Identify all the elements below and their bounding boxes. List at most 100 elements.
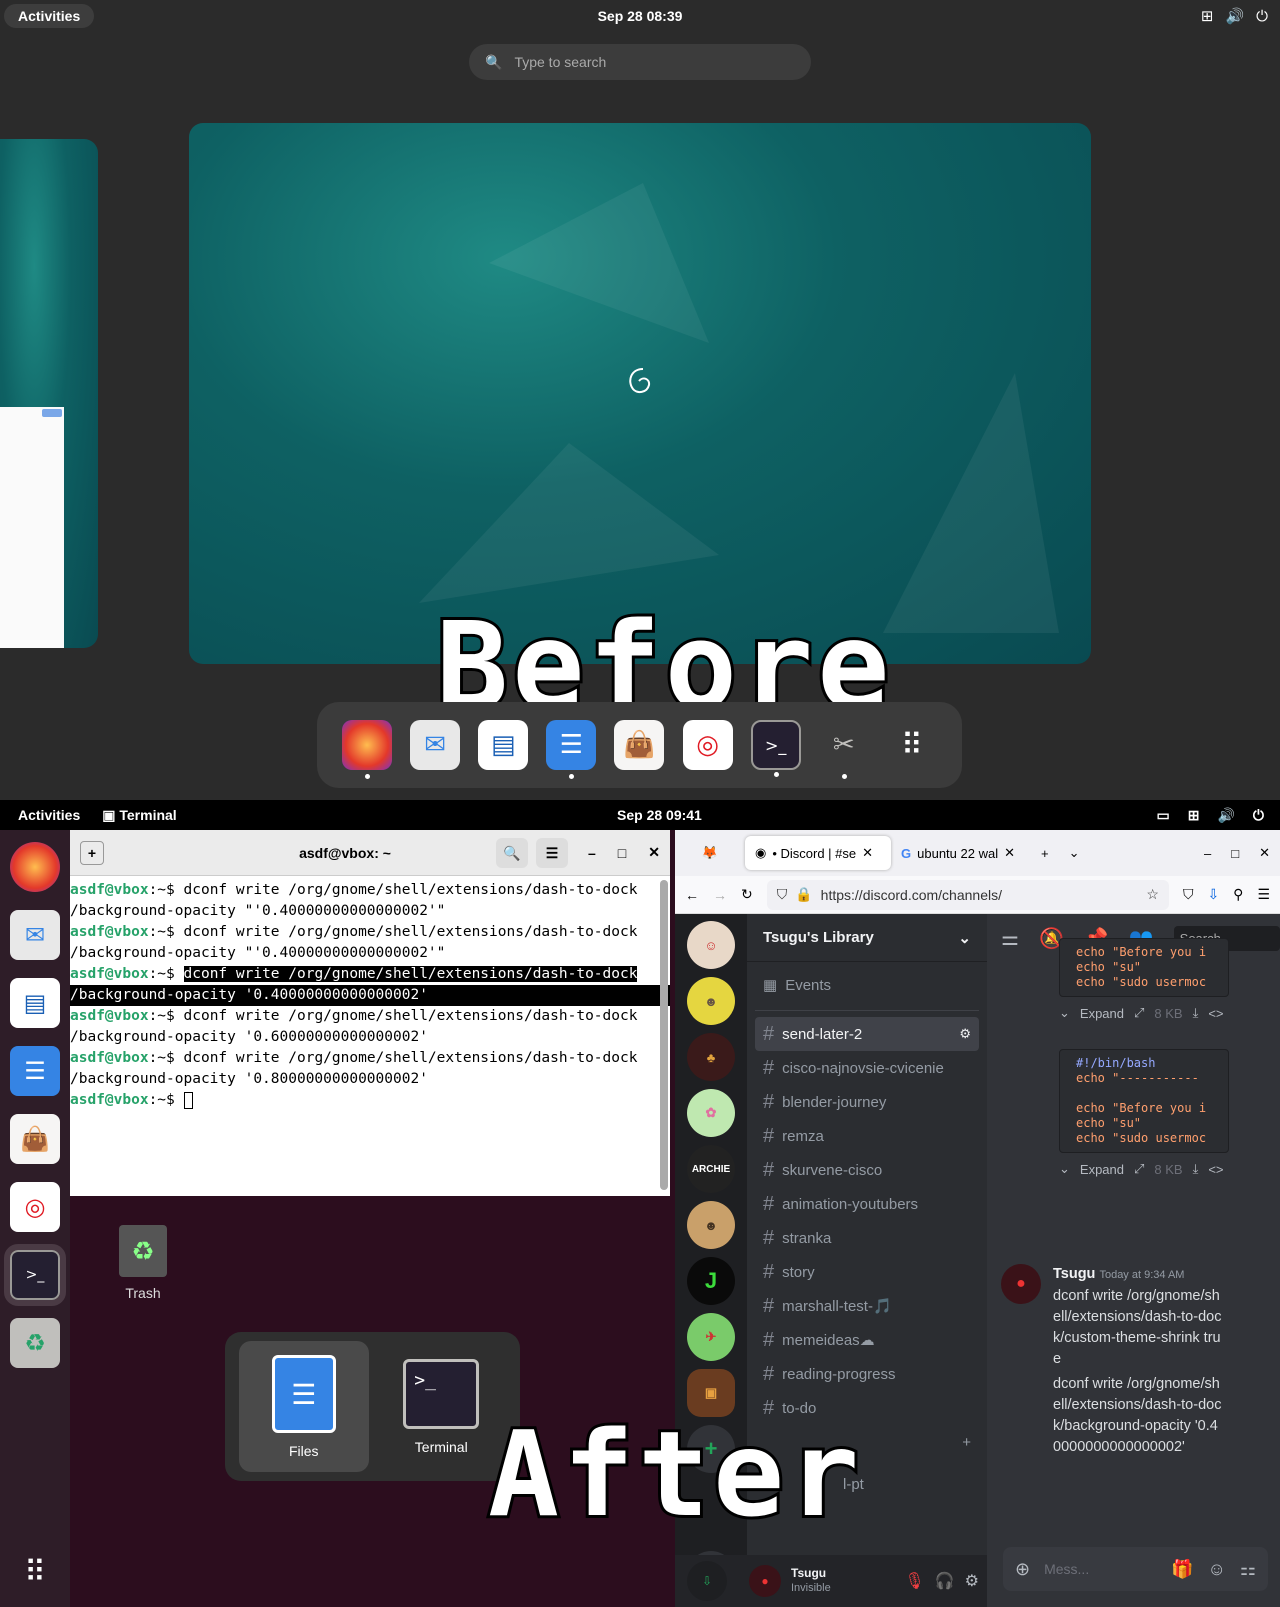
writer-icon[interactable]: ▤ [478, 720, 529, 770]
settings-gear-icon[interactable]: ⚙ [959, 1026, 971, 1042]
message-composer[interactable]: ⊕ Mess... 🎁 ☺ ⚏ [1003, 1547, 1268, 1591]
files-icon[interactable]: ☰ [546, 720, 597, 779]
avatar[interactable]: ● [1001, 1264, 1041, 1304]
message-input[interactable]: Mess... [1044, 1561, 1157, 1577]
window-thumbnail[interactable] [0, 407, 64, 648]
server-icon[interactable]: ☻ [687, 1201, 735, 1249]
reload-icon[interactable]: ↻ [741, 886, 753, 903]
files-icon[interactable]: ☰ [10, 1046, 60, 1096]
download-apps-icon[interactable]: ⇩ [687, 1561, 727, 1601]
terminal-output[interactable]: asdf@vbox:~$ dconf write /org/gnome/shel… [70, 876, 670, 1111]
server-icon[interactable]: ✈ [687, 1313, 735, 1361]
app-menu[interactable]: ▣ Terminal [102, 807, 176, 824]
expand-button[interactable]: Expand [1080, 1162, 1124, 1177]
menu-button[interactable]: ☰ [536, 837, 568, 868]
code-attachment-2[interactable]: #!/bin/bash echo "----------- echo "Befor… [1059, 1049, 1229, 1185]
help-icon[interactable]: ◎ [10, 1182, 60, 1232]
close-button[interactable]: ✕ [648, 844, 660, 861]
help-icon[interactable]: ◎ [682, 720, 733, 770]
tweaks-icon[interactable]: ✂ [819, 720, 869, 779]
code-view-icon[interactable]: <> [1208, 1006, 1223, 1021]
app-grid-icon[interactable]: ⠿ [10, 1547, 60, 1597]
terminal-icon[interactable]: >_ [750, 720, 801, 777]
channel-9[interactable]: # memeideas☁ [755, 1323, 979, 1357]
activities-button[interactable]: Activities [4, 4, 95, 28]
close-button[interactable]: ✕ [1249, 836, 1280, 870]
system-tray[interactable]: ⊞ 🔊 ⏻ [1201, 7, 1276, 25]
download-icon[interactable]: ⤓ [1193, 1005, 1199, 1021]
message-author[interactable]: Tsugu [1053, 1266, 1095, 1282]
apps-icon[interactable]: ⚏ [1240, 1559, 1256, 1580]
channel-0[interactable]: # send-later-2 ⚙ [755, 1017, 979, 1051]
firefox-icon[interactable] [342, 720, 393, 779]
forward-icon[interactable]: → [713, 887, 727, 903]
scrollbar[interactable] [660, 880, 668, 1190]
minimize-button[interactable]: – [1194, 836, 1221, 870]
tab-discord[interactable]: ◉ • Discord | #se ✕ [745, 836, 891, 870]
expand-icon[interactable]: ⤢ [1134, 1161, 1144, 1177]
code-view-icon[interactable]: <> [1208, 1162, 1223, 1177]
expand-icon[interactable]: ⤢ [1134, 1005, 1144, 1021]
app-grid-icon[interactable]: ⠿ [887, 720, 937, 770]
channel-4[interactable]: # skurvene-cisco [755, 1153, 979, 1187]
close-tab-icon[interactable]: ✕ [862, 845, 873, 861]
download-icon[interactable]: ⤓ [1193, 1161, 1199, 1177]
clock[interactable]: Sep 28 09:41 [617, 807, 702, 823]
server-icon[interactable]: ♣ [687, 1033, 735, 1081]
expand-button[interactable]: Expand [1080, 1006, 1124, 1021]
trash-app-icon[interactable]: ♻ [10, 1318, 60, 1368]
back-icon[interactable]: ← [685, 887, 699, 903]
collapse-chevron-icon[interactable]: ⌄ [1059, 1161, 1070, 1177]
system-tray[interactable]: ▭ ⊞ 🔊 ⏻ [1157, 807, 1264, 824]
evolution-icon[interactable]: ✉ [10, 910, 60, 960]
tab-ubuntu[interactable]: Gubuntu 22 wal ✕ [891, 836, 1031, 870]
close-tab-icon[interactable]: ✕ [1004, 845, 1015, 861]
workspace-left[interactable] [0, 139, 98, 648]
emoji-icon[interactable]: ☺ [1207, 1559, 1225, 1580]
add-attachment-icon[interactable]: ⊕ [1015, 1559, 1030, 1580]
channel-6[interactable]: # stranka [755, 1221, 979, 1255]
firefox-view-icon[interactable]: 🦊 [675, 836, 745, 870]
events-item[interactable]: ▦ Events [755, 968, 979, 1002]
url-bar[interactable]: ⛉ 🔒 https://discord.com/channels/ ☆ [766, 879, 1169, 910]
switcher-terminal[interactable]: >_ Terminal [376, 1341, 506, 1472]
channel-2[interactable]: # blender-journey [755, 1085, 979, 1119]
new-tab-button[interactable]: + [80, 840, 104, 865]
channel-5[interactable]: # animation-youtubers [755, 1187, 979, 1221]
menu-icon[interactable]: ☰ [1257, 886, 1270, 903]
channel-1[interactable]: # cisco-najnovsie-cvicenie [755, 1051, 979, 1085]
channel-7[interactable]: # story [755, 1255, 979, 1289]
maximize-button[interactable]: □ [618, 845, 626, 861]
writer-icon[interactable]: ▤ [10, 978, 60, 1028]
evolution-icon[interactable]: ✉ [410, 720, 461, 770]
user-avatar[interactable]: ● [749, 1565, 781, 1597]
mute-mic-icon[interactable]: 🎙 [904, 1571, 924, 1591]
new-tab-button[interactable]: + [1031, 836, 1059, 870]
bookmark-star-icon[interactable]: ☆ [1146, 886, 1159, 903]
switcher-files[interactable]: ☰ Files [238, 1341, 369, 1472]
list-tabs-icon[interactable]: ⌄ [1059, 836, 1090, 870]
headphones-icon[interactable]: 🎧 [935, 1571, 955, 1591]
server-icon[interactable]: J [687, 1257, 735, 1305]
terminal-icon[interactable]: >_ [4, 1244, 66, 1306]
server-icon[interactable]: ARCHIE [687, 1145, 735, 1193]
search-button[interactable]: 🔍 [496, 837, 528, 868]
workspace-main[interactable] [189, 123, 1091, 664]
message[interactable]: ● Tsugu Today at 9:34 AM dconf write /or… [1001, 1264, 1271, 1458]
channel-8[interactable]: # marshall-test-🎵 [755, 1289, 979, 1323]
channel-3[interactable]: # remza [755, 1119, 979, 1153]
server-icon[interactable]: ☻ [687, 977, 735, 1025]
gift-icon[interactable]: 🎁 [1171, 1559, 1193, 1580]
firefox-icon[interactable] [10, 842, 60, 892]
maximize-button[interactable]: □ [1221, 836, 1249, 870]
terminal-window[interactable]: + asdf@vbox: ~ 🔍 ☰ – □ ✕ asdf@vbox:~$ dc… [70, 830, 670, 1196]
downloads-icon[interactable]: ⇩ [1207, 886, 1219, 903]
minimize-button[interactable]: – [588, 845, 596, 861]
software-icon[interactable]: 👜 [614, 720, 665, 770]
search-input[interactable]: 🔍 Type to search [469, 44, 811, 80]
server-icon[interactable]: ✿ [687, 1089, 735, 1137]
clock[interactable]: Sep 28 08:39 [598, 8, 683, 24]
trash-desktop-icon[interactable]: ♻ Trash [113, 1225, 173, 1301]
code-attachment-1[interactable]: echo "Before you i echo "su" echo "sudo us… [1059, 938, 1229, 1029]
activities-button[interactable]: Activities [18, 807, 80, 823]
